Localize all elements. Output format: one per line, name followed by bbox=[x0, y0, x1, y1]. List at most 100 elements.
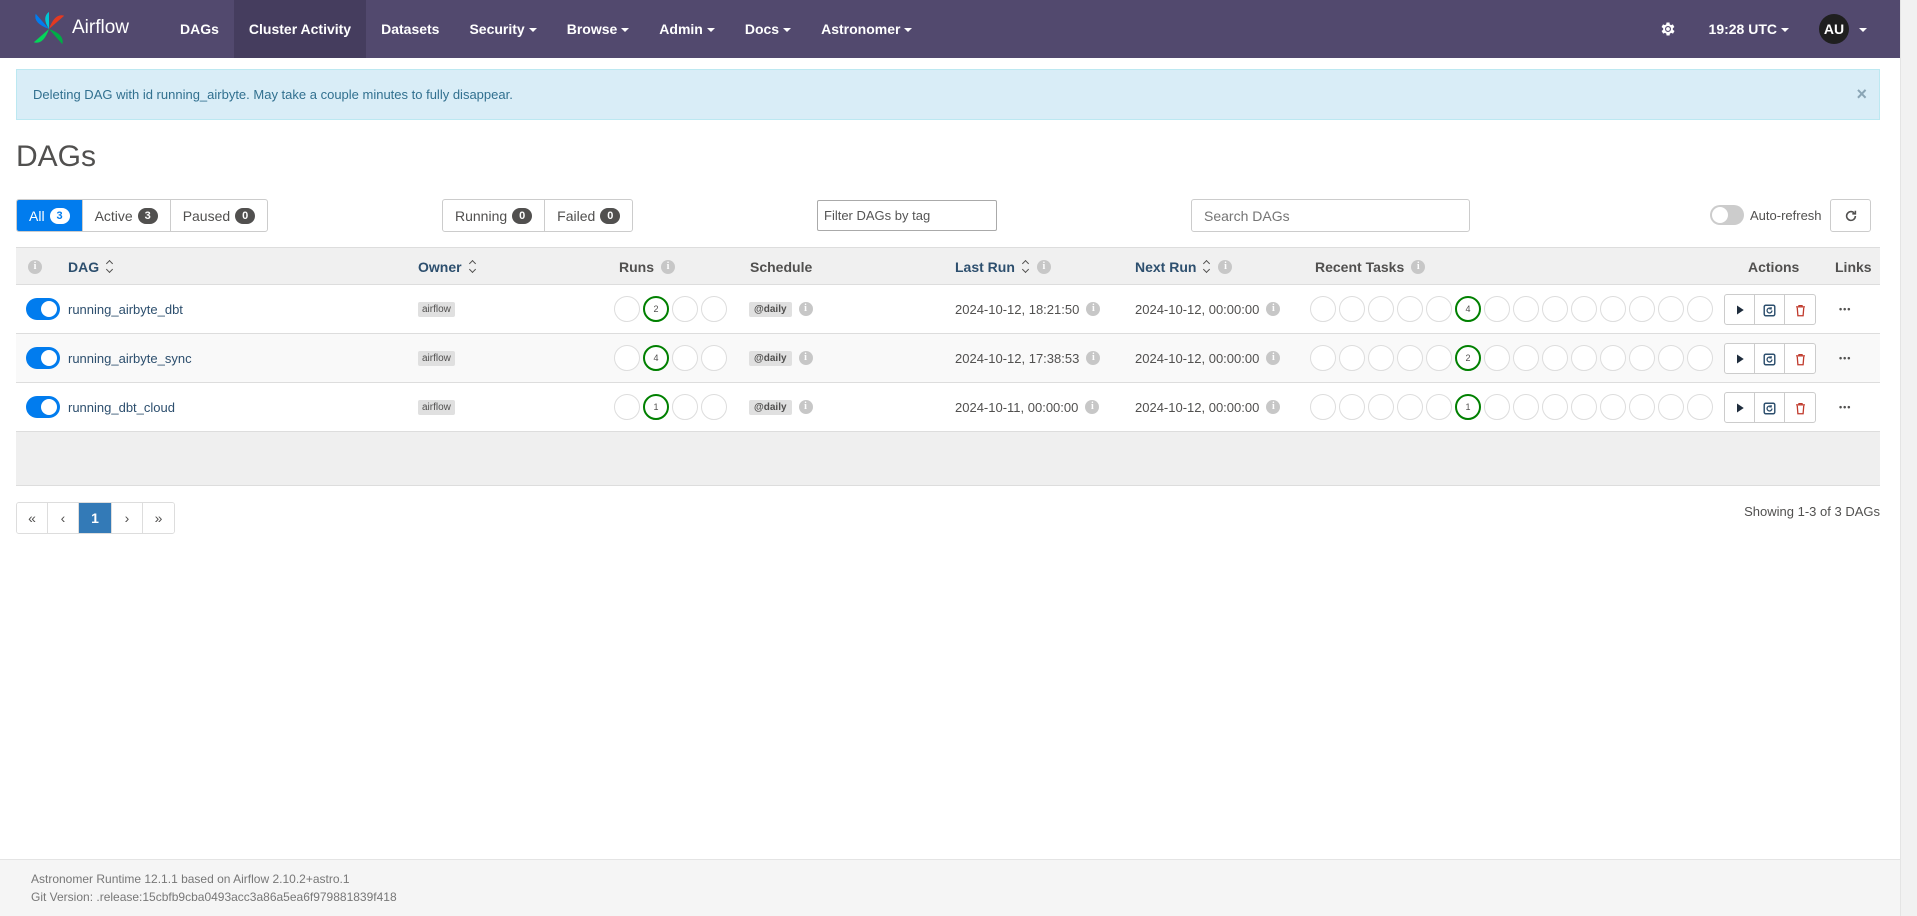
task-state-circle[interactable] bbox=[1397, 345, 1423, 371]
dag-link[interactable]: running_airbyte_dbt bbox=[68, 302, 183, 317]
run-success-circle[interactable]: 1 bbox=[643, 394, 669, 420]
clear-dag-button[interactable] bbox=[1755, 294, 1785, 324]
task-state-circle[interactable] bbox=[1339, 296, 1365, 322]
user-menu[interactable]: AU bbox=[1819, 14, 1867, 44]
task-state-circle[interactable] bbox=[1629, 394, 1655, 420]
trigger-dag-button[interactable] bbox=[1725, 392, 1755, 422]
filter-failed-button[interactable]: Failed 0 bbox=[545, 200, 632, 231]
info-icon[interactable]: i bbox=[1085, 400, 1100, 414]
delete-dag-button[interactable] bbox=[1785, 393, 1815, 422]
pause-toggle[interactable] bbox=[26, 298, 60, 320]
task-state-circle[interactable] bbox=[1397, 394, 1423, 420]
task-state-circle[interactable] bbox=[1426, 296, 1452, 322]
owner-tag[interactable]: airflow bbox=[418, 399, 455, 415]
sort-next-run-header[interactable]: Next Run i bbox=[1135, 248, 1233, 286]
theme-settings-button[interactable] bbox=[1639, 0, 1697, 58]
task-state-circle[interactable] bbox=[1310, 394, 1336, 420]
task-state-circle[interactable] bbox=[1542, 296, 1568, 322]
nav-item-dags[interactable]: DAGs bbox=[165, 0, 234, 58]
owner-tag[interactable]: airflow bbox=[418, 350, 455, 366]
run-state-circle[interactable] bbox=[701, 345, 727, 371]
delete-dag-button[interactable] bbox=[1785, 344, 1815, 373]
current-page-button[interactable]: 1 bbox=[79, 503, 112, 533]
filter-all-button[interactable]: All 3 bbox=[17, 200, 83, 231]
task-state-circle[interactable] bbox=[1513, 296, 1539, 322]
task-state-circle[interactable] bbox=[1600, 345, 1626, 371]
info-icon[interactable]: i bbox=[1266, 400, 1281, 414]
task-state-circle[interactable] bbox=[1629, 345, 1655, 371]
run-state-circle[interactable] bbox=[614, 394, 640, 420]
clear-dag-button[interactable] bbox=[1755, 392, 1785, 422]
task-state-circle[interactable] bbox=[1571, 394, 1597, 420]
last-run-date[interactable]: 2024-10-12, 17:38:53 bbox=[955, 351, 1079, 366]
sort-last-run-header[interactable]: Last Run i bbox=[955, 248, 1051, 286]
last-run-date[interactable]: 2024-10-11, 00:00:00 bbox=[955, 400, 1078, 415]
schedule-tag[interactable]: @daily bbox=[749, 350, 792, 366]
schedule-tag[interactable]: @daily bbox=[749, 399, 792, 415]
nav-item-datasets[interactable]: Datasets bbox=[366, 0, 454, 58]
info-icon[interactable]: i bbox=[798, 302, 813, 316]
sort-owner-header[interactable]: Owner bbox=[418, 248, 477, 286]
task-state-circle[interactable] bbox=[1513, 345, 1539, 371]
task-success-circle[interactable]: 4 bbox=[1455, 296, 1481, 322]
info-icon[interactable]: i bbox=[1086, 351, 1101, 365]
info-icon[interactable]: i bbox=[798, 400, 813, 414]
run-state-circle[interactable] bbox=[672, 394, 698, 420]
run-success-circle[interactable]: 4 bbox=[643, 345, 669, 371]
pause-toggle[interactable] bbox=[26, 347, 60, 369]
prev-page-button[interactable]: ‹ bbox=[48, 503, 79, 533]
auto-refresh-toggle[interactable]: Auto-refresh bbox=[1710, 205, 1822, 225]
clear-dag-button[interactable] bbox=[1755, 343, 1785, 373]
run-state-circle[interactable] bbox=[701, 394, 727, 420]
task-state-circle[interactable] bbox=[1310, 296, 1336, 322]
nav-item-admin[interactable]: Admin bbox=[644, 0, 730, 58]
run-state-circle[interactable] bbox=[672, 345, 698, 371]
trigger-dag-button[interactable] bbox=[1725, 343, 1755, 373]
task-success-circle[interactable]: 1 bbox=[1455, 394, 1481, 420]
close-icon[interactable]: × bbox=[1856, 84, 1867, 105]
first-page-button[interactable]: « bbox=[17, 503, 48, 533]
task-state-circle[interactable] bbox=[1687, 345, 1713, 371]
last-page-button[interactable]: » bbox=[143, 503, 174, 533]
last-run-date[interactable]: 2024-10-12, 18:21:50 bbox=[955, 302, 1079, 317]
task-state-circle[interactable] bbox=[1426, 394, 1452, 420]
run-state-circle[interactable] bbox=[614, 345, 640, 371]
dag-link[interactable]: running_dbt_cloud bbox=[68, 400, 175, 415]
nav-item-cluster-activity[interactable]: Cluster Activity bbox=[233, 0, 367, 58]
task-state-circle[interactable] bbox=[1339, 345, 1365, 371]
task-state-circle[interactable] bbox=[1397, 296, 1423, 322]
filter-running-button[interactable]: Running 0 bbox=[443, 200, 546, 231]
more-links-icon[interactable]: ••• bbox=[1839, 353, 1851, 363]
run-state-circle[interactable] bbox=[614, 296, 640, 322]
task-state-circle[interactable] bbox=[1658, 296, 1684, 322]
schedule-tag[interactable]: @daily bbox=[749, 301, 792, 317]
task-state-circle[interactable] bbox=[1600, 394, 1626, 420]
task-state-circle[interactable] bbox=[1658, 394, 1684, 420]
task-state-circle[interactable] bbox=[1310, 345, 1336, 371]
nav-item-browse[interactable]: Browse bbox=[552, 0, 645, 58]
task-state-circle[interactable] bbox=[1571, 345, 1597, 371]
task-state-circle[interactable] bbox=[1368, 394, 1394, 420]
nav-item-astronomer[interactable]: Astronomer bbox=[806, 0, 927, 58]
next-page-button[interactable]: › bbox=[112, 503, 143, 533]
filter-active-button[interactable]: Active 3 bbox=[83, 200, 171, 231]
dag-link[interactable]: running_airbyte_sync bbox=[68, 351, 192, 366]
task-state-circle[interactable] bbox=[1484, 296, 1510, 322]
run-state-circle[interactable] bbox=[701, 296, 727, 322]
task-state-circle[interactable] bbox=[1542, 394, 1568, 420]
more-links-icon[interactable]: ••• bbox=[1839, 402, 1851, 412]
task-state-circle[interactable] bbox=[1658, 345, 1684, 371]
auto-refresh-switch[interactable] bbox=[1710, 205, 1744, 225]
task-state-circle[interactable] bbox=[1513, 394, 1539, 420]
search-input[interactable] bbox=[1191, 199, 1470, 232]
task-state-circle[interactable] bbox=[1484, 394, 1510, 420]
sort-dag-header[interactable]: DAG bbox=[68, 248, 114, 286]
trigger-dag-button[interactable] bbox=[1725, 294, 1755, 324]
task-state-circle[interactable] bbox=[1368, 345, 1394, 371]
task-state-circle[interactable] bbox=[1542, 345, 1568, 371]
brand-logo-link[interactable]: Airflow bbox=[30, 0, 160, 58]
task-state-circle[interactable] bbox=[1600, 296, 1626, 322]
delete-dag-button[interactable] bbox=[1785, 295, 1815, 324]
task-state-circle[interactable] bbox=[1571, 296, 1597, 322]
task-state-circle[interactable] bbox=[1426, 345, 1452, 371]
